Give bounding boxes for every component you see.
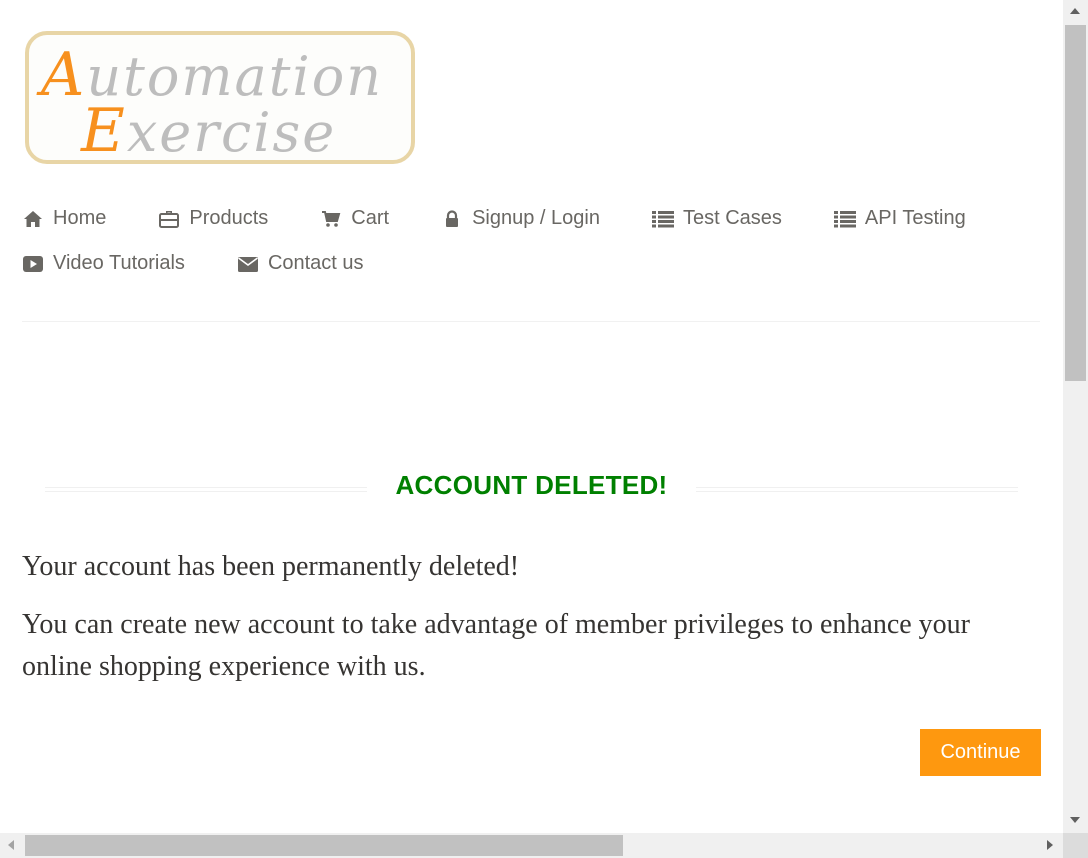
scroll-up-arrow-icon[interactable] xyxy=(1070,8,1080,14)
nav-label: Cart xyxy=(351,207,390,229)
nav-row-1: Home Products Cart Signup / Login Test C… xyxy=(22,196,1022,241)
lock-icon xyxy=(441,208,463,230)
nav-label: Video Tutorials xyxy=(53,252,185,274)
header-divider xyxy=(22,321,1040,322)
nav-item-contact-us[interactable]: Contact us xyxy=(237,252,364,275)
briefcase-icon xyxy=(158,208,180,230)
logo-text-line-2: Exercise xyxy=(81,96,337,166)
nav-row-2: Video Tutorials Contact us xyxy=(22,241,1022,286)
nav-label: Signup / Login xyxy=(472,207,600,229)
cart-icon xyxy=(320,208,342,230)
main-nav: Home Products Cart Signup / Login Test C… xyxy=(22,196,1022,286)
nav-label: Products xyxy=(189,207,269,229)
page-viewport: Automation Exercise Home Products Cart S… xyxy=(0,0,1063,833)
site-logo[interactable]: Automation Exercise xyxy=(25,31,415,164)
scroll-right-arrow-icon[interactable] xyxy=(1047,840,1053,850)
horizontal-scrollbar[interactable] xyxy=(0,833,1063,858)
nav-item-cart[interactable]: Cart xyxy=(320,207,389,230)
list-icon xyxy=(833,208,856,230)
scroll-down-arrow-icon[interactable] xyxy=(1070,817,1080,823)
vertical-scroll-thumb[interactable] xyxy=(1065,25,1086,381)
nav-label: Contact us xyxy=(267,252,364,274)
youtube-play-icon xyxy=(22,253,44,275)
continue-button[interactable]: Continue xyxy=(920,729,1041,776)
nav-item-home[interactable]: Home xyxy=(22,207,106,230)
title-section: ACCOUNT DELETED! xyxy=(45,466,1018,506)
nav-label: Home xyxy=(53,207,107,229)
page-title: ACCOUNT DELETED! xyxy=(395,470,668,500)
nav-label: Test Cases xyxy=(682,207,782,229)
nav-item-signup-login[interactable]: Signup / Login xyxy=(441,207,600,230)
horizontal-scroll-thumb[interactable] xyxy=(25,835,623,856)
deleted-message: Your account has been permanently delete… xyxy=(22,551,520,582)
nav-item-products[interactable]: Products xyxy=(158,207,268,230)
nav-label: API Testing xyxy=(864,207,966,229)
vertical-scrollbar[interactable] xyxy=(1063,0,1088,833)
nav-item-video-tutorials[interactable]: Video Tutorials xyxy=(22,252,185,275)
home-icon xyxy=(22,208,44,230)
scrollbar-corner xyxy=(1063,833,1088,858)
nav-item-api-testing[interactable]: API Testing xyxy=(833,207,966,230)
scroll-left-arrow-icon[interactable] xyxy=(8,840,14,850)
list-icon xyxy=(651,208,674,230)
info-message: You can create new account to take advan… xyxy=(22,609,970,682)
envelope-icon xyxy=(237,253,259,275)
nav-item-test-cases[interactable]: Test Cases xyxy=(651,207,782,230)
